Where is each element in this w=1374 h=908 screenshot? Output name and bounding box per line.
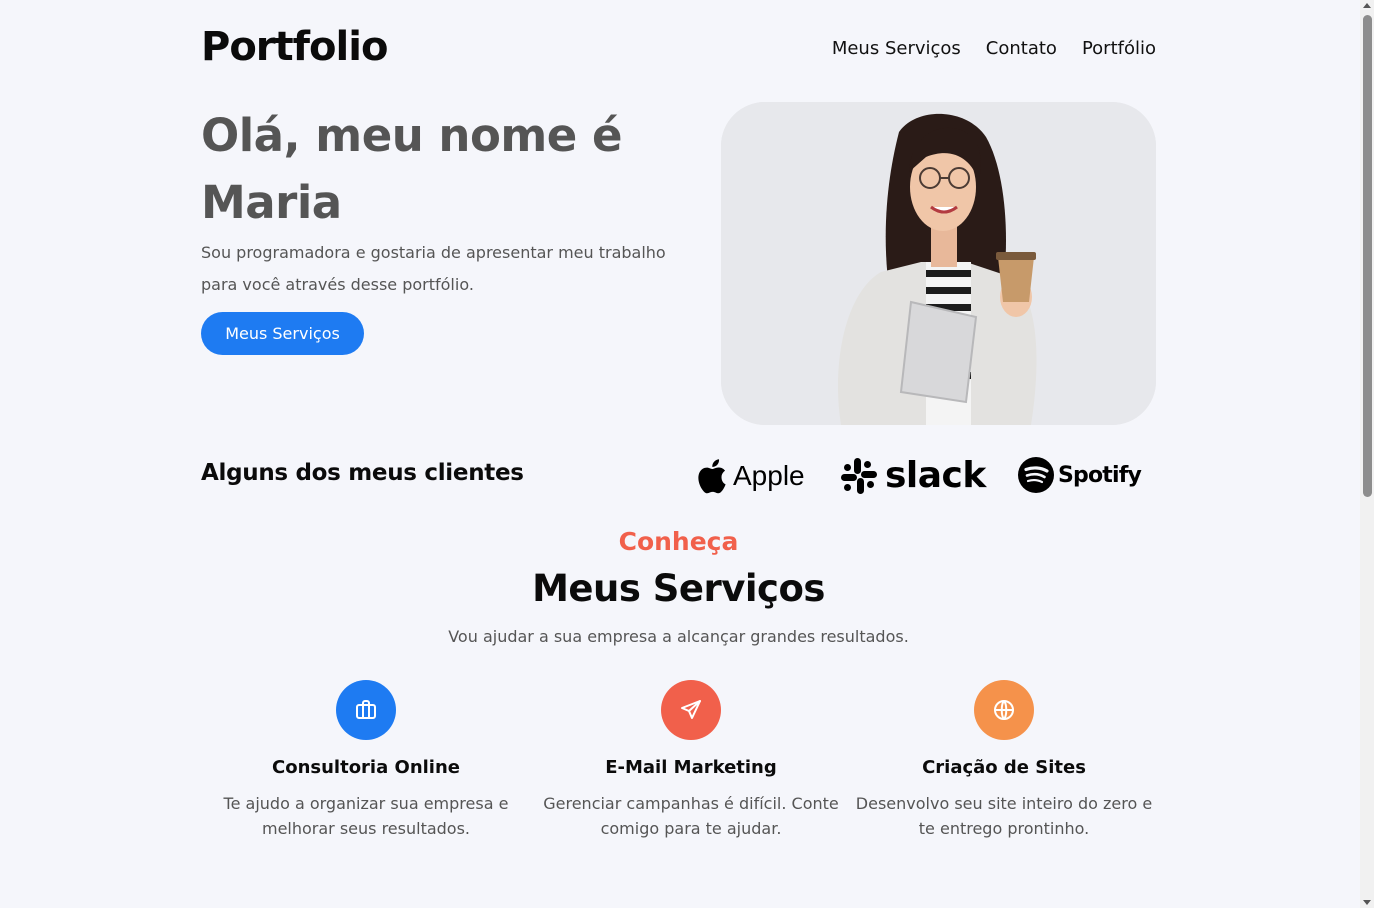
scroll-up-arrow-icon[interactable] <box>1363 3 1371 8</box>
service-card-consultoria: Consultoria Online Te ajudo a organizar … <box>211 680 521 841</box>
client-apple: Apple <box>697 458 805 494</box>
service-title: E-Mail Marketing <box>605 757 777 778</box>
hero-title: Olá, meu nome é Maria <box>201 109 622 229</box>
service-title: Consultoria Online <box>272 757 460 778</box>
globe-icon <box>994 700 1014 720</box>
scroll-thumb[interactable] <box>1363 15 1372 497</box>
nav-link-contato[interactable]: Contato <box>986 38 1057 59</box>
client-slack: slack <box>841 455 986 496</box>
service-icon-circle <box>661 680 721 740</box>
scroll-down-arrow-icon[interactable] <box>1363 900 1371 905</box>
send-icon <box>681 700 701 719</box>
hero-description: Sou programadora e gostaria de apresenta… <box>201 243 666 294</box>
services-title: Meus Serviços <box>532 567 825 610</box>
page: Portfolio Meus Serviços Contato Portfóli… <box>0 0 1360 908</box>
service-icon-circle <box>336 680 396 740</box>
client-name-spotify: Spotify <box>1058 462 1142 488</box>
service-description: Gerenciar campanhas é difícil. Conte com… <box>543 794 839 838</box>
services-subtitle: Vou ajudar a sua empresa a alcançar gran… <box>448 627 909 646</box>
service-card-sites: Criação de Sites Desenvolvo seu site int… <box>849 680 1159 841</box>
nav-link-servicos[interactable]: Meus Serviços <box>832 38 961 59</box>
service-description: Te ajudo a organizar sua empresa e melho… <box>223 794 509 838</box>
client-spotify: Spotify <box>1018 457 1142 493</box>
hero-services-button[interactable]: Meus Serviços <box>201 312 364 355</box>
client-logos: Apple slack Spotify <box>697 452 1157 502</box>
service-title: Criação de Sites <box>922 757 1086 778</box>
hero-photo <box>721 102 1156 425</box>
client-name-slack: slack <box>885 455 986 496</box>
nav-link-portfolio[interactable]: Portfólio <box>1082 38 1156 59</box>
woman-portrait-icon <box>721 102 1156 425</box>
service-card-email: E-Mail Marketing Gerenciar campanhas é d… <box>536 680 846 841</box>
briefcase-icon <box>356 700 376 719</box>
clients-title: Alguns dos meus clientes <box>201 460 524 486</box>
apple-logo-icon <box>698 459 726 494</box>
slack-logo-icon <box>841 457 877 494</box>
services-eyebrow: Conheça <box>618 527 739 556</box>
site-logo[interactable]: Portfolio <box>201 24 388 70</box>
page-scrollbar[interactable] <box>1360 0 1374 908</box>
spotify-logo-icon <box>1018 457 1054 493</box>
service-icon-circle <box>974 680 1034 740</box>
main-nav: Meus Serviços Contato Portfólio <box>832 38 1156 59</box>
service-description: Desenvolvo seu site inteiro do zero e te… <box>855 794 1153 838</box>
client-name-apple: Apple <box>733 460 805 491</box>
